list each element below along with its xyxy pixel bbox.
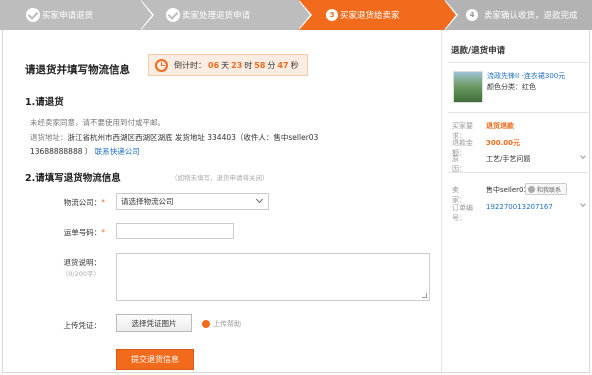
contact-courier-link[interactable]: 联系快递公司 — [95, 147, 140, 156]
address-label: 退货地址： — [30, 133, 68, 142]
product-color: 颜色分类：红色 — [487, 83, 536, 91]
product-thumbnail[interactable] — [453, 71, 483, 103]
progress-steps: 买家申请退货 卖家处理退货申请 3 买家退货给卖家 4 卖家确认收货，退款完成 — [0, 0, 592, 30]
divider — [448, 172, 588, 173]
help-icon — [202, 320, 210, 328]
return-address: 退货地址：浙江省杭州市西湖区西湖区湖底 发货地址 334403（收件人：售中se… — [30, 131, 430, 159]
check-icon — [26, 8, 40, 22]
step-label: 买家申请退货 — [42, 11, 94, 21]
upload-proof-label: 上传凭证： — [63, 321, 102, 330]
countdown-seconds-unit: 秒 — [290, 60, 299, 70]
return-desc-label: 退货说明： — [63, 258, 102, 267]
countdown-prefix: 倒计时： — [174, 60, 206, 70]
logistics-company-label: 物流公司：* — [63, 198, 105, 207]
return-note: 未经卖家同意，请不要使用到付或平邮。 — [30, 118, 165, 127]
order-number-link[interactable]: 19227001320716​7 — [486, 203, 553, 223]
return-desc-textarea[interactable] — [116, 253, 430, 301]
step-2: 卖家处理退货申请 — [140, 0, 312, 30]
countdown-minutes-unit: 分 — [267, 60, 276, 70]
step-label: 买家退货给卖家 — [340, 11, 400, 21]
tracking-number-label: 运单号码：* — [63, 228, 105, 237]
section-logistics-title: 2.请填写退货物流信息 — [25, 173, 121, 184]
step-number: 3 — [326, 9, 338, 21]
choose-image-button[interactable]: 选择凭证图片 — [116, 314, 192, 332]
logistics-hint: （如物未填写，退货申请将关闭） — [171, 174, 269, 182]
chat-icon — [528, 185, 535, 193]
seller-row: 卖 家： 售中seller03 — [452, 186, 528, 204]
sidebar-title: 退款/退货申请 — [451, 46, 506, 56]
contact-seller-button[interactable]: 和我联系 — [525, 183, 567, 195]
upload-help-link[interactable]: 上传帮助 — [202, 319, 241, 329]
address-text: 浙江省杭州市西湖区西湖区湖底 发货地址 334403（收件人：售中seller0… — [67, 133, 319, 142]
countdown-seconds: 47 — [277, 60, 289, 70]
step-1: 买家申请退货 — [0, 0, 154, 30]
submit-return-button[interactable]: 提交退货信息 — [116, 349, 194, 370]
order-number-row: 订单编号： 19227001320716​7 — [452, 203, 553, 223]
countdown-hours: 23 — [231, 60, 243, 70]
countdown-minutes: 58 — [254, 60, 266, 70]
product-name-link[interactable]: 流政先锋II -连衣裙300元 — [487, 71, 587, 81]
check-icon — [166, 8, 180, 22]
countdown-days-unit: 天 — [221, 60, 230, 70]
page-title: 请退货并填写物流信息 — [25, 64, 130, 76]
resize-handle[interactable] — [422, 293, 427, 298]
step-label: 卖家处理退货申请 — [182, 11, 251, 21]
countdown-timer: 倒计时： 06 天 23 时 58 分 47 秒 — [148, 54, 308, 76]
countdown-days: 06 — [208, 60, 220, 70]
divider — [448, 112, 588, 113]
chevron-down-icon — [255, 195, 264, 204]
step-number: 4 — [466, 9, 478, 21]
section-return-title: 1.请退货 — [25, 97, 64, 108]
desc-char-counter: （0/200字） — [61, 270, 100, 278]
countdown-hours-unit: 时 — [244, 60, 253, 70]
select-value: 请选择物流公司 — [121, 197, 174, 206]
divider — [448, 62, 588, 63]
step-4: 4 卖家确认收货，退款完成 — [444, 0, 592, 30]
clock-icon — [155, 58, 168, 72]
logistics-company-select[interactable]: 请选择物流公司 — [116, 193, 269, 210]
step-label: 卖家确认收货，退款完成 — [484, 11, 578, 21]
upload-help-label: 上传帮助 — [213, 320, 241, 328]
address-phone: 13688888888 ） — [30, 147, 93, 156]
tracking-number-input[interactable] — [116, 223, 234, 239]
step-3: 3 买家退货给卖家 — [298, 0, 458, 30]
reason-row: 原 因： 工艺/手艺问题 — [452, 155, 531, 173]
